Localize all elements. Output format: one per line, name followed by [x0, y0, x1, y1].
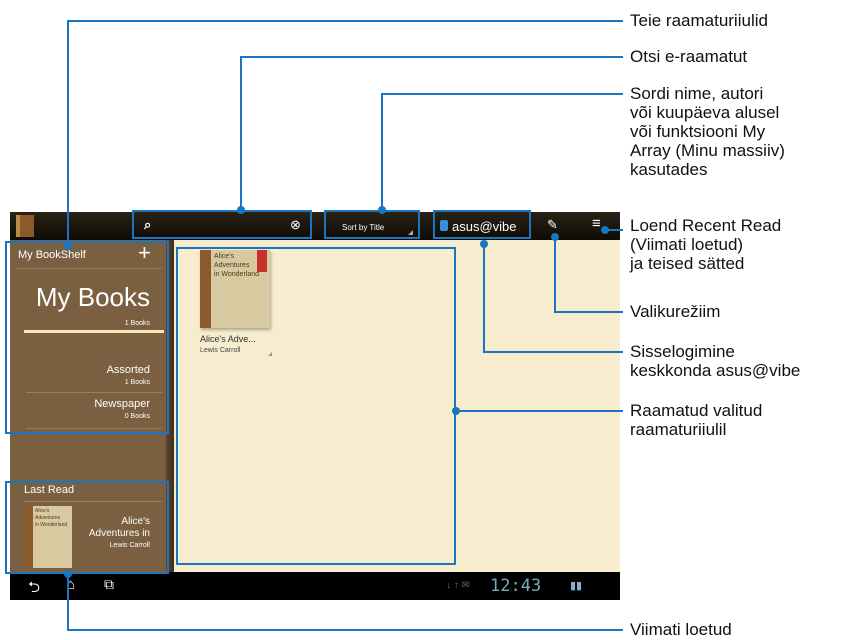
callout-line-text: kasutades	[630, 160, 708, 179]
highlight-search	[132, 210, 312, 239]
battery-icon: ▮▮	[570, 580, 583, 592]
menu-icon[interactable]: ≡	[592, 215, 601, 232]
callout-bookshelves: Teie raamaturiiulid	[630, 11, 768, 30]
callout-dot	[237, 206, 245, 214]
callout-line-text: Array (Minu massiiv)	[630, 141, 785, 160]
highlight-sort	[324, 210, 420, 239]
app-book-icon[interactable]	[16, 215, 34, 237]
callout-dot	[64, 242, 72, 250]
callout-dot	[480, 240, 488, 248]
callout-dot	[601, 226, 609, 234]
callout-last-read: Viimati loetud	[630, 620, 732, 639]
callout-recent-read: Loend Recent Read (Viimati loetud) ja te…	[630, 216, 781, 273]
highlight-books-area	[176, 247, 456, 565]
callout-line-text: (Viimati loetud)	[630, 235, 744, 254]
callout-line	[554, 236, 556, 312]
callout-line	[67, 20, 623, 22]
edit-pencil-icon[interactable]: ✎	[547, 217, 558, 233]
callout-line-text: või kuupäeva alusel	[630, 103, 780, 122]
callout-selection-mode: Valikurežiim	[630, 302, 721, 321]
callout-line-text: keskkonda asus@vibe	[630, 361, 801, 380]
callout-line	[381, 93, 383, 210]
callout-line-text: Loend Recent Read	[630, 216, 782, 235]
back-icon[interactable]: ⮌	[28, 577, 40, 600]
callout-search-ebooks: Otsi e-raamatut	[630, 47, 748, 66]
callout-line	[67, 574, 69, 630]
callout-line-text: ja teised sätted	[630, 254, 745, 273]
callout-line-text: Sordi nime, autori	[630, 84, 764, 103]
callout-sort: Sordi nime, autori või kuupäeva alusel v…	[630, 84, 785, 179]
system-nav-bar: ⮌ ⌂ ⧉ ↓ ↑ ✉ 12:43 ▮▮	[10, 572, 620, 600]
callout-dot	[551, 233, 559, 241]
callout-line-text: Sisselogimine	[630, 342, 735, 361]
highlight-asus-vibe	[433, 210, 531, 239]
callout-line	[483, 351, 623, 353]
callout-line	[483, 244, 485, 352]
callout-line	[554, 311, 623, 313]
recent-apps-icon[interactable]: ⧉	[104, 576, 114, 593]
highlight-bookshelf	[5, 241, 169, 434]
callout-line	[457, 410, 623, 412]
callout-line	[67, 20, 69, 246]
callout-dot	[64, 570, 72, 578]
callout-line-text: raamaturiiulil	[630, 420, 727, 439]
clock: 12:43	[490, 576, 542, 596]
callout-line-text: või funktsiooni My	[630, 122, 766, 141]
callout-line	[240, 56, 623, 58]
callout-line	[240, 56, 242, 210]
callout-line	[381, 93, 623, 95]
callout-dot	[378, 206, 386, 214]
callout-line	[67, 629, 623, 631]
callout-books-on-shelf: Raamatud valitud raamaturiiulil	[630, 401, 762, 439]
status-icons: ↓ ↑ ✉	[446, 580, 470, 591]
callout-dot	[452, 407, 460, 415]
callout-line-text: Raamatud valitud	[630, 401, 763, 420]
callout-asus-vibe-login: Sisselogimine keskkonda asus@vibe	[630, 342, 800, 380]
highlight-last-read	[5, 481, 169, 574]
